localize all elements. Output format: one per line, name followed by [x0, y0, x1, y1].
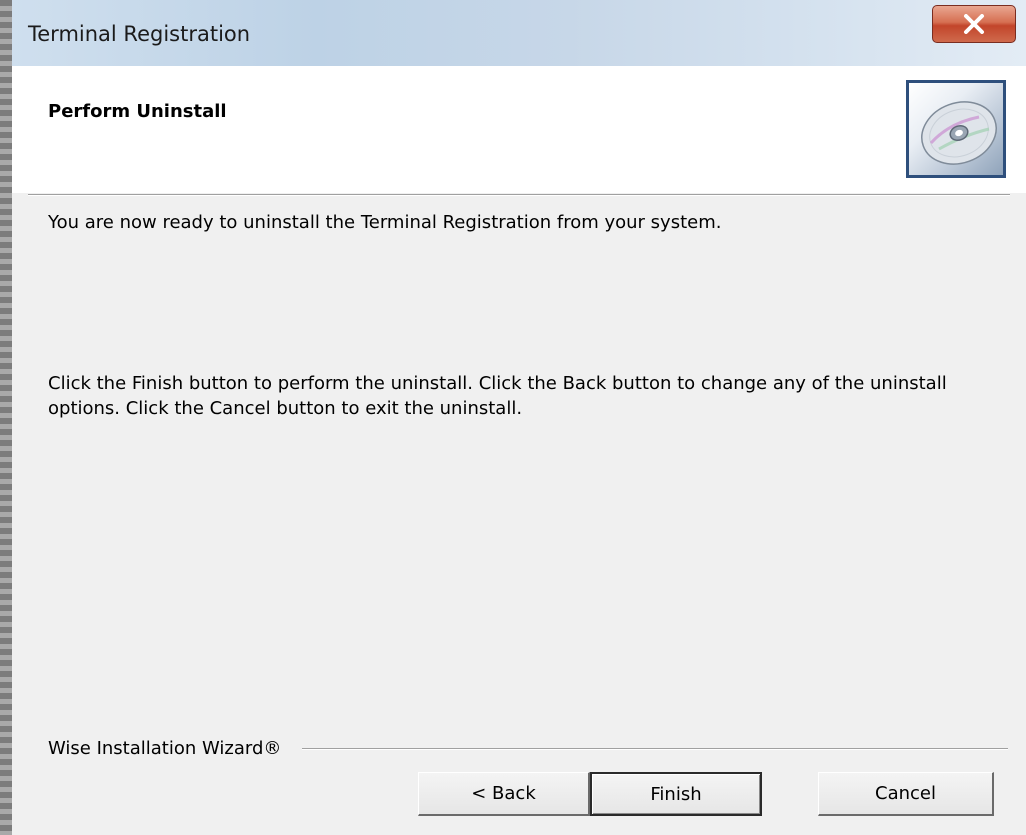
- background-window-edge: [0, 0, 12, 835]
- close-button[interactable]: [932, 5, 1016, 43]
- header-image: [906, 80, 1006, 178]
- cancel-button[interactable]: Cancel: [818, 772, 994, 816]
- title-bar[interactable]: Terminal Registration: [12, 0, 1026, 67]
- back-button[interactable]: < Back: [418, 772, 590, 816]
- wizard-header: Perform Uninstall: [12, 66, 1026, 193]
- instructions-line-2: options. Click the Cancel button to exit…: [48, 398, 523, 419]
- wizard-brand-label: Wise Installation Wizard®: [48, 738, 282, 759]
- header-separator: [28, 194, 1010, 196]
- footer-separator: [302, 748, 1008, 750]
- finish-button[interactable]: Finish: [590, 772, 762, 816]
- window-title: Terminal Registration: [28, 22, 251, 46]
- ready-message: You are now ready to uninstall the Termi…: [48, 212, 722, 233]
- cd-disc-icon: [921, 101, 997, 165]
- installer-dialog: Terminal Registration Perform Uninstall: [12, 0, 1026, 835]
- instructions-line-1: Click the Finish button to perform the u…: [48, 373, 947, 394]
- close-icon: [964, 14, 984, 34]
- page-title: Perform Uninstall: [48, 101, 227, 122]
